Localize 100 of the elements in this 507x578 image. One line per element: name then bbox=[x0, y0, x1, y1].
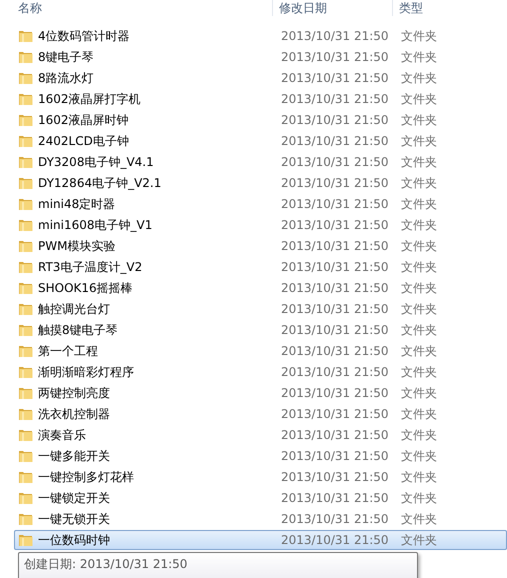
file-row[interactable]: 触摸8键电子琴 2013/10/31 21:50 文件夹 bbox=[14, 320, 507, 340]
file-row[interactable]: 8键电子琴 2013/10/31 21:50 文件夹 bbox=[14, 47, 507, 67]
modified-date: 2013/10/31 21:50 bbox=[281, 302, 390, 316]
file-row[interactable]: 一键多能开关 2013/10/31 21:50 文件夹 bbox=[14, 446, 507, 466]
file-type: 文件夹 bbox=[401, 468, 437, 486]
folder-icon bbox=[18, 112, 34, 128]
file-type: 文件夹 bbox=[401, 384, 437, 402]
file-row[interactable]: 一键锁定开关 2013/10/31 21:50 文件夹 bbox=[14, 488, 507, 508]
file-row[interactable]: 触控调光台灯 2013/10/31 21:50 文件夹 bbox=[14, 299, 507, 319]
file-type: 文件夹 bbox=[401, 196, 437, 212]
file-row[interactable]: 4位数码管计时器 2013/10/31 21:50 文件夹 bbox=[14, 26, 507, 46]
modified-date: 2013/10/31 21:50 bbox=[281, 197, 390, 211]
file-type: 文件夹 bbox=[401, 510, 437, 528]
modified-date: 2013/10/31 21:50 bbox=[281, 50, 390, 64]
folder-icon bbox=[18, 175, 34, 191]
file-name: PWM模块实验 bbox=[38, 238, 116, 254]
folder-icon bbox=[18, 28, 34, 44]
file-type: 文件夹 bbox=[401, 300, 437, 318]
file-row[interactable]: 洗衣机控制器 2013/10/31 21:50 文件夹 bbox=[14, 404, 507, 424]
file-row[interactable]: 一键控制多灯花样 2013/10/31 21:50 文件夹 bbox=[14, 467, 507, 487]
modified-date: 2013/10/31 21:50 bbox=[281, 533, 390, 547]
file-name: 触摸8键电子琴 bbox=[38, 322, 119, 338]
file-type: 文件夹 bbox=[401, 174, 437, 192]
file-row[interactable]: 2402LCD电子钟 2013/10/31 21:50 文件夹 bbox=[14, 131, 507, 151]
folder-icon bbox=[18, 280, 34, 296]
file-name: 一键锁定开关 bbox=[38, 490, 111, 506]
folder-icon bbox=[18, 364, 34, 380]
file-type: 文件夹 bbox=[401, 258, 437, 276]
file-type: 文件夹 bbox=[401, 216, 437, 234]
file-row[interactable]: 演奏音乐 2013/10/31 21:50 文件夹 bbox=[14, 425, 507, 445]
file-type: 文件夹 bbox=[401, 426, 437, 444]
folder-icon bbox=[18, 259, 34, 275]
file-name: 第一个工程 bbox=[38, 342, 99, 360]
file-name: 一位数码时钟 bbox=[38, 532, 111, 548]
modified-date: 2013/10/31 21:50 bbox=[281, 281, 390, 295]
file-row[interactable]: mini1608电子钟_V1 2013/10/31 21:50 文件夹 bbox=[14, 215, 507, 235]
modified-date: 2013/10/31 21:50 bbox=[281, 407, 390, 421]
column-header[interactable]: 修改日期 bbox=[272, 0, 392, 16]
column-header[interactable]: 名称 bbox=[0, 0, 272, 16]
file-type: 文件夹 bbox=[401, 90, 437, 108]
folder-icon bbox=[18, 70, 34, 86]
file-type: 文件夹 bbox=[401, 406, 437, 422]
folder-icon bbox=[18, 49, 34, 65]
file-name: SHOOK16摇摇棒 bbox=[38, 280, 134, 296]
tooltip: 创建日期: 2013/10/31 21:50 bbox=[18, 552, 418, 578]
modified-date: 2013/10/31 21:50 bbox=[281, 113, 390, 127]
file-name: 两键控制亮度 bbox=[38, 384, 111, 402]
modified-date: 2013/10/31 21:50 bbox=[281, 218, 390, 232]
file-name: 一键控制多灯花样 bbox=[38, 468, 135, 486]
modified-date: 2013/10/31 21:50 bbox=[281, 239, 390, 253]
file-row[interactable]: PWM模块实验 2013/10/31 21:50 文件夹 bbox=[14, 236, 507, 256]
file-type: 文件夹 bbox=[401, 280, 437, 296]
folder-icon bbox=[18, 406, 34, 422]
file-name: RT3电子温度计_V2 bbox=[38, 258, 144, 276]
file-row[interactable]: 1602液晶屏打字机 2013/10/31 21:50 文件夹 bbox=[14, 89, 507, 109]
file-row[interactable]: 渐明渐暗彩灯程序 2013/10/31 21:50 文件夹 bbox=[14, 362, 507, 382]
file-row[interactable]: 两键控制亮度 2013/10/31 21:50 文件夹 bbox=[14, 383, 507, 403]
file-name: DY3208电子钟_V4.1 bbox=[38, 154, 155, 170]
folder-icon bbox=[18, 532, 34, 548]
file-name: mini1608电子钟_V1 bbox=[38, 216, 154, 234]
folder-icon bbox=[18, 490, 34, 506]
folder-icon bbox=[18, 469, 34, 485]
file-row[interactable]: DY12864电子钟_V2.1 2013/10/31 21:50 文件夹 bbox=[14, 173, 507, 193]
file-name: 8路流水灯 bbox=[38, 70, 95, 86]
file-type: 文件夹 bbox=[401, 132, 437, 150]
modified-date: 2013/10/31 21:50 bbox=[281, 323, 390, 337]
folder-icon bbox=[18, 301, 34, 317]
file-type: 文件夹 bbox=[401, 364, 437, 380]
file-name: 4位数码管计时器 bbox=[38, 28, 131, 44]
file-row[interactable]: DY3208电子钟_V4.1 2013/10/31 21:50 文件夹 bbox=[14, 152, 507, 172]
folder-icon bbox=[18, 133, 34, 149]
file-row[interactable]: 1602液晶屏时钟 2013/10/31 21:50 文件夹 bbox=[14, 110, 507, 130]
file-type: 文件夹 bbox=[401, 238, 437, 254]
file-name: 触控调光台灯 bbox=[38, 300, 111, 318]
file-row[interactable]: RT3电子温度计_V2 2013/10/31 21:50 文件夹 bbox=[14, 257, 507, 277]
file-row[interactable]: SHOOK16摇摇棒 2013/10/31 21:50 文件夹 bbox=[14, 278, 507, 298]
file-name: 演奏音乐 bbox=[38, 426, 87, 444]
modified-date: 2013/10/31 21:50 bbox=[281, 449, 390, 463]
file-name: DY12864电子钟_V2.1 bbox=[38, 174, 162, 192]
file-row[interactable]: 第一个工程 2013/10/31 21:50 文件夹 bbox=[14, 341, 507, 361]
file-row[interactable]: 8路流水灯 2013/10/31 21:50 文件夹 bbox=[14, 68, 507, 88]
file-name: 洗衣机控制器 bbox=[38, 406, 111, 422]
modified-date: 2013/10/31 21:50 bbox=[281, 470, 390, 484]
column-header[interactable]: 类型 bbox=[392, 0, 507, 16]
folder-icon bbox=[18, 91, 34, 107]
file-row[interactable]: mini48定时器 2013/10/31 21:50 文件夹 bbox=[14, 194, 507, 214]
folder-icon bbox=[18, 154, 34, 170]
file-name: 一键无锁开关 bbox=[38, 510, 111, 528]
file-name: 8键电子琴 bbox=[38, 48, 95, 66]
file-type: 文件夹 bbox=[401, 28, 437, 44]
modified-date: 2013/10/31 21:50 bbox=[281, 155, 390, 169]
folder-icon bbox=[18, 427, 34, 443]
folder-icon bbox=[18, 196, 34, 212]
file-name: 2402LCD电子钟 bbox=[38, 132, 130, 150]
folder-icon bbox=[18, 217, 34, 233]
file-type: 文件夹 bbox=[401, 154, 437, 170]
file-name: 一键多能开关 bbox=[38, 448, 111, 464]
file-row[interactable]: 一位数码时钟 2013/10/31 21:50 文件夹 bbox=[14, 530, 507, 550]
file-row[interactable]: 一键无锁开关 2013/10/31 21:50 文件夹 bbox=[14, 509, 507, 529]
modified-date: 2013/10/31 21:50 bbox=[281, 491, 390, 505]
